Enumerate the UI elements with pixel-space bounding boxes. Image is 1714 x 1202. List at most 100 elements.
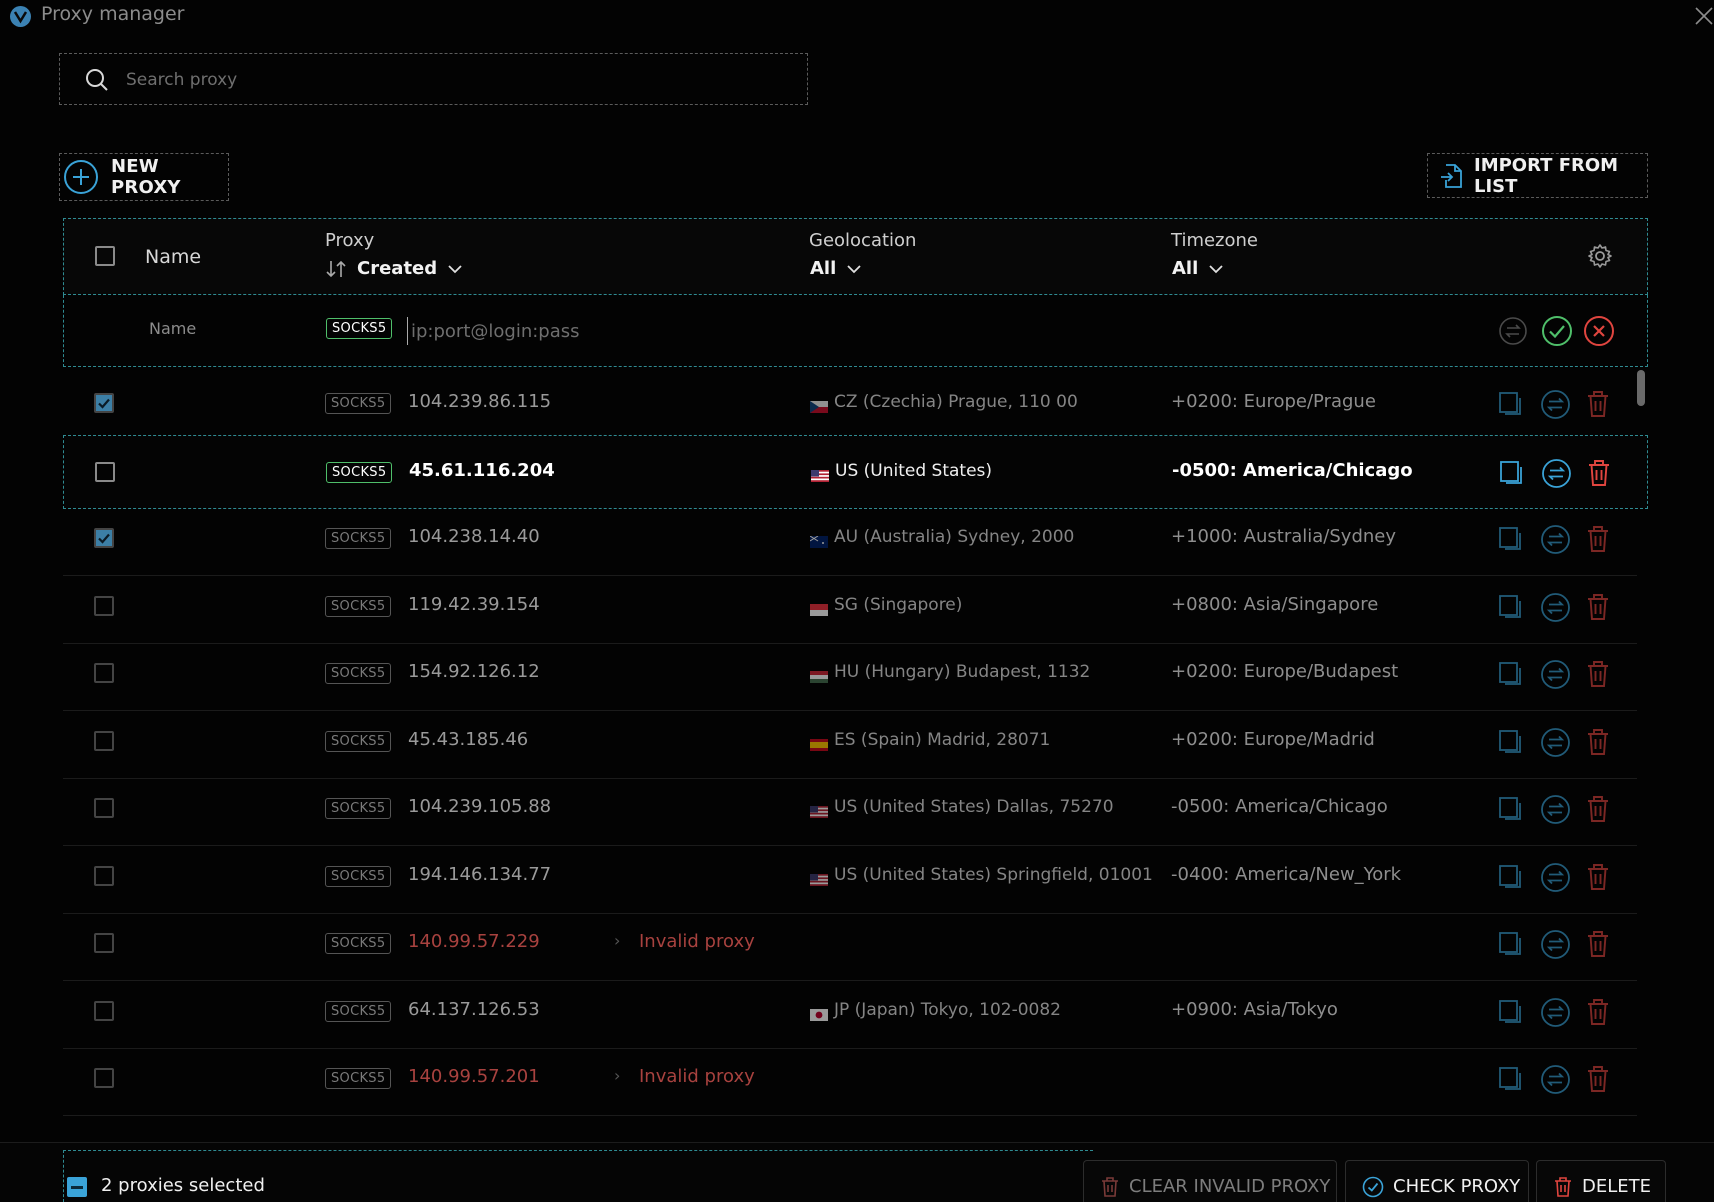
new-proxy-button[interactable]: NEW PROXY [59, 153, 229, 201]
refresh-icon[interactable] [1540, 524, 1571, 555]
trash-icon[interactable] [1585, 997, 1611, 1027]
copy-icon[interactable] [1497, 525, 1525, 553]
copy-icon[interactable] [1497, 863, 1525, 891]
proxy-type-badge: SOCKS5 [326, 461, 393, 483]
table-row[interactable]: SOCKS5 154.92.126.12 HU (Hungary) Budapest… [63, 637, 1637, 711]
trash-icon[interactable] [1585, 862, 1611, 892]
trash-icon[interactable] [1585, 727, 1611, 757]
table-row[interactable]: SOCKS5 140.99.57.201 › Invalid proxy [63, 1042, 1637, 1116]
refresh-icon[interactable] [1540, 659, 1571, 690]
trash-icon[interactable] [1585, 794, 1611, 824]
proxy-type-badge: SOCKS5 [325, 1000, 392, 1022]
row-checkbox[interactable] [94, 1000, 114, 1021]
copy-icon[interactable] [1497, 998, 1525, 1026]
flag-us-icon [810, 803, 828, 818]
refresh-icon[interactable] [1540, 862, 1571, 893]
trash-icon[interactable] [1585, 524, 1611, 554]
copy-icon[interactable] [1497, 728, 1525, 756]
delete-button[interactable]: DELETE [1536, 1160, 1666, 1202]
trash-icon[interactable] [1585, 389, 1611, 419]
file-import-icon [1440, 163, 1464, 189]
refresh-icon[interactable] [1540, 592, 1571, 623]
table-row[interactable]: SOCKS5 119.42.39.154 SG (Singapore) +0800: … [63, 570, 1637, 644]
refresh-icon[interactable] [1540, 794, 1571, 825]
refresh-icon[interactable] [1540, 997, 1571, 1028]
proxy-ip: 104.239.105.88 [408, 796, 552, 817]
column-name: Name [145, 246, 202, 268]
new-row-refresh-icon[interactable] [1498, 316, 1528, 346]
proxy-type-badge: SOCKS5 [325, 730, 392, 752]
refresh-icon[interactable] [1540, 1064, 1571, 1095]
table-row[interactable]: SOCKS5 45.43.185.46 ES (Spain) Madrid, 280… [63, 705, 1637, 779]
timezone-cell: +0800: Asia/Singapore [1171, 593, 1379, 615]
copy-icon[interactable] [1497, 795, 1525, 823]
row-checkbox[interactable] [94, 393, 114, 413]
copy-icon[interactable] [1497, 930, 1525, 958]
table-row[interactable]: SOCKS5 104.238.14.40 AU (Australia) Sydney… [63, 502, 1637, 576]
copy-icon[interactable] [1497, 1065, 1525, 1093]
geolocation-cell: SG (Singapore) [834, 594, 963, 615]
row-checkbox[interactable] [94, 865, 114, 886]
check-proxy-button[interactable]: CHECK PROXY [1345, 1160, 1529, 1202]
refresh-icon[interactable] [1540, 389, 1571, 420]
proxy-type-badge: SOCKS5 [325, 393, 392, 414]
new-proxy-name[interactable]: Name [149, 319, 196, 338]
refresh-icon[interactable] [1540, 929, 1571, 960]
deselect-all-checkbox[interactable] [67, 1177, 87, 1197]
refresh-icon[interactable] [1541, 458, 1572, 489]
row-checkbox[interactable] [95, 461, 115, 482]
copy-icon[interactable] [1497, 593, 1525, 621]
import-from-list-button[interactable]: IMPORT FROM LIST [1427, 153, 1648, 198]
table-row[interactable]: SOCKS5 104.239.86.115 CZ (Czechia) Prague,… [63, 367, 1637, 441]
row-checkbox[interactable] [94, 1068, 114, 1088]
flag-au-icon [809, 533, 828, 548]
row-checkbox[interactable] [94, 595, 114, 616]
row-checkbox[interactable] [94, 798, 114, 818]
clear-invalid-proxy-button[interactable]: CLEAR INVALID PROXY [1083, 1160, 1337, 1202]
proxy-ip: 45.43.185.46 [408, 728, 529, 750]
select-all-checkbox[interactable] [95, 246, 115, 266]
flag-jp-icon [810, 1006, 828, 1021]
refresh-icon[interactable] [1540, 727, 1571, 758]
trash-icon[interactable] [1586, 458, 1612, 488]
timezone-filter-dropdown[interactable]: All [1172, 258, 1224, 279]
trash-icon[interactable] [1585, 592, 1611, 622]
copy-icon[interactable] [1498, 459, 1526, 487]
geolocation-cell: JP (Japan) Tokyo, 102-0082 [834, 999, 1062, 1020]
table-row[interactable]: SOCKS5 64.137.126.53 JP (Japan) Tokyo, 102… [63, 975, 1637, 1049]
geolocation-filter-dropdown[interactable]: All [810, 258, 862, 279]
flag-sg-icon [810, 601, 828, 616]
trash-icon[interactable] [1585, 1064, 1611, 1094]
new-proxy-label: NEW PROXY [111, 156, 181, 198]
table-row[interactable]: SOCKS5 104.239.105.88 US (United States) D… [63, 772, 1637, 846]
trash-icon[interactable] [1585, 659, 1611, 689]
geolocation-cell: US (United States) [835, 460, 993, 481]
close-icon[interactable] [1692, 4, 1714, 26]
sort-dropdown[interactable]: Created [325, 258, 463, 279]
table-row[interactable]: SOCKS5 194.146.134.77 US (United States) S… [63, 840, 1637, 914]
column-timezone: Timezone [1171, 230, 1258, 251]
chevron-down-icon [448, 264, 462, 273]
row-checkbox[interactable] [94, 730, 114, 751]
proxy-ip: 104.238.14.40 [408, 526, 540, 547]
table-row[interactable]: SOCKS5 45.61.116.204 US (United States) -05… [63, 434, 1648, 509]
cancel-close-icon[interactable] [1583, 315, 1615, 347]
proxy-type-selector[interactable]: SOCKS5 [326, 318, 393, 339]
flag-hu-icon [810, 668, 828, 683]
row-checkbox[interactable] [94, 528, 114, 548]
scrollbar[interactable] [1637, 370, 1645, 406]
title-bar [0, 0, 1714, 30]
search-input[interactable] [126, 66, 796, 94]
gear-icon[interactable] [1586, 242, 1614, 270]
confirm-check-icon[interactable] [1541, 315, 1573, 347]
proxy-string-input[interactable] [407, 317, 1007, 345]
row-checkbox[interactable] [94, 663, 114, 683]
table-row[interactable]: SOCKS5 140.99.57.229 › Invalid proxy [63, 907, 1637, 981]
timezone-cell: +0900: Asia/Tokyo [1171, 998, 1338, 1020]
copy-icon[interactable] [1497, 660, 1525, 688]
trash-icon[interactable] [1585, 929, 1611, 959]
row-checkbox[interactable] [94, 933, 114, 953]
copy-icon[interactable] [1497, 390, 1525, 418]
timezone-cell: +0200: Europe/Madrid [1171, 728, 1375, 750]
timezone-cell: +0200: Europe/Budapest [1171, 661, 1399, 682]
